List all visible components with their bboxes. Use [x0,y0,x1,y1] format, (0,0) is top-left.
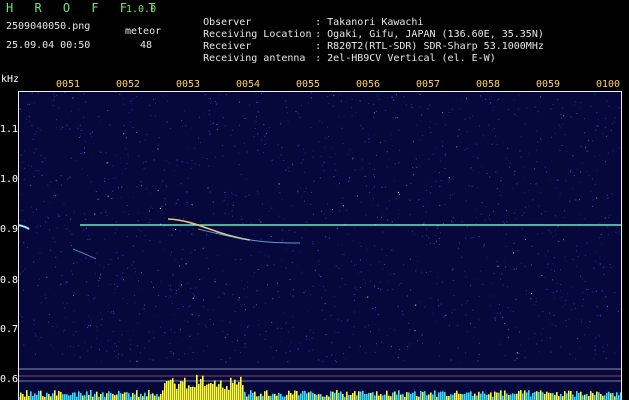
info-antenna-value: : 2el-HB9CV Vertical (el. E-W) [315,53,496,64]
y-tick-label: 1.0 [0,174,19,185]
x-tick-label: 0059 [536,79,561,90]
meteor-echo [167,218,251,241]
spectrogram-canvas [18,92,621,400]
x-tick-label: 0051 [56,79,81,90]
app-version: 1.0.0 [126,4,157,15]
x-tick-label: 0056 [356,79,381,90]
spectrogram-plot [18,92,621,400]
plot-right-axis [621,91,622,400]
x-tick-label: 0055 [296,79,321,90]
info-antenna-label: Receiving antenna [203,53,306,64]
y-tick-label: 0.9 [0,224,19,235]
y-tick-label: 0.8 [0,275,19,286]
x-tick-label: 0053 [176,79,201,90]
meteor-label: meteor [125,26,162,37]
y-tick-label: 1.1 [0,124,19,135]
plot-top-axis [18,91,621,92]
file-datetime: 25.09.04 00:50 [6,40,91,51]
x-tick-label: 0100 [596,79,621,90]
plot-left-axis [18,91,19,400]
y-unit-label: kHz [1,74,20,85]
x-tick-label: 0054 [236,79,261,90]
hrofft-window: H R O F F T 1.0.0 2509040050.png 25.09.0… [0,0,629,400]
left-edge-echo [18,224,30,230]
noise-field [18,92,621,363]
x-tick-label: 0057 [416,79,441,90]
meteor-echo [72,248,97,260]
meteor-count: 48 [140,40,153,51]
y-tick-label: 0.7 [0,324,19,335]
y-tick-label: 0.6 [0,374,19,385]
signal-level-bars [18,374,621,400]
info-antenna: Receiving antenna : 2el-HB9CV Vertical (e… [179,41,496,77]
file-name: 2509040050.png [6,21,91,32]
x-tick-label: 0058 [476,79,501,90]
x-tick-label: 0052 [116,79,141,90]
